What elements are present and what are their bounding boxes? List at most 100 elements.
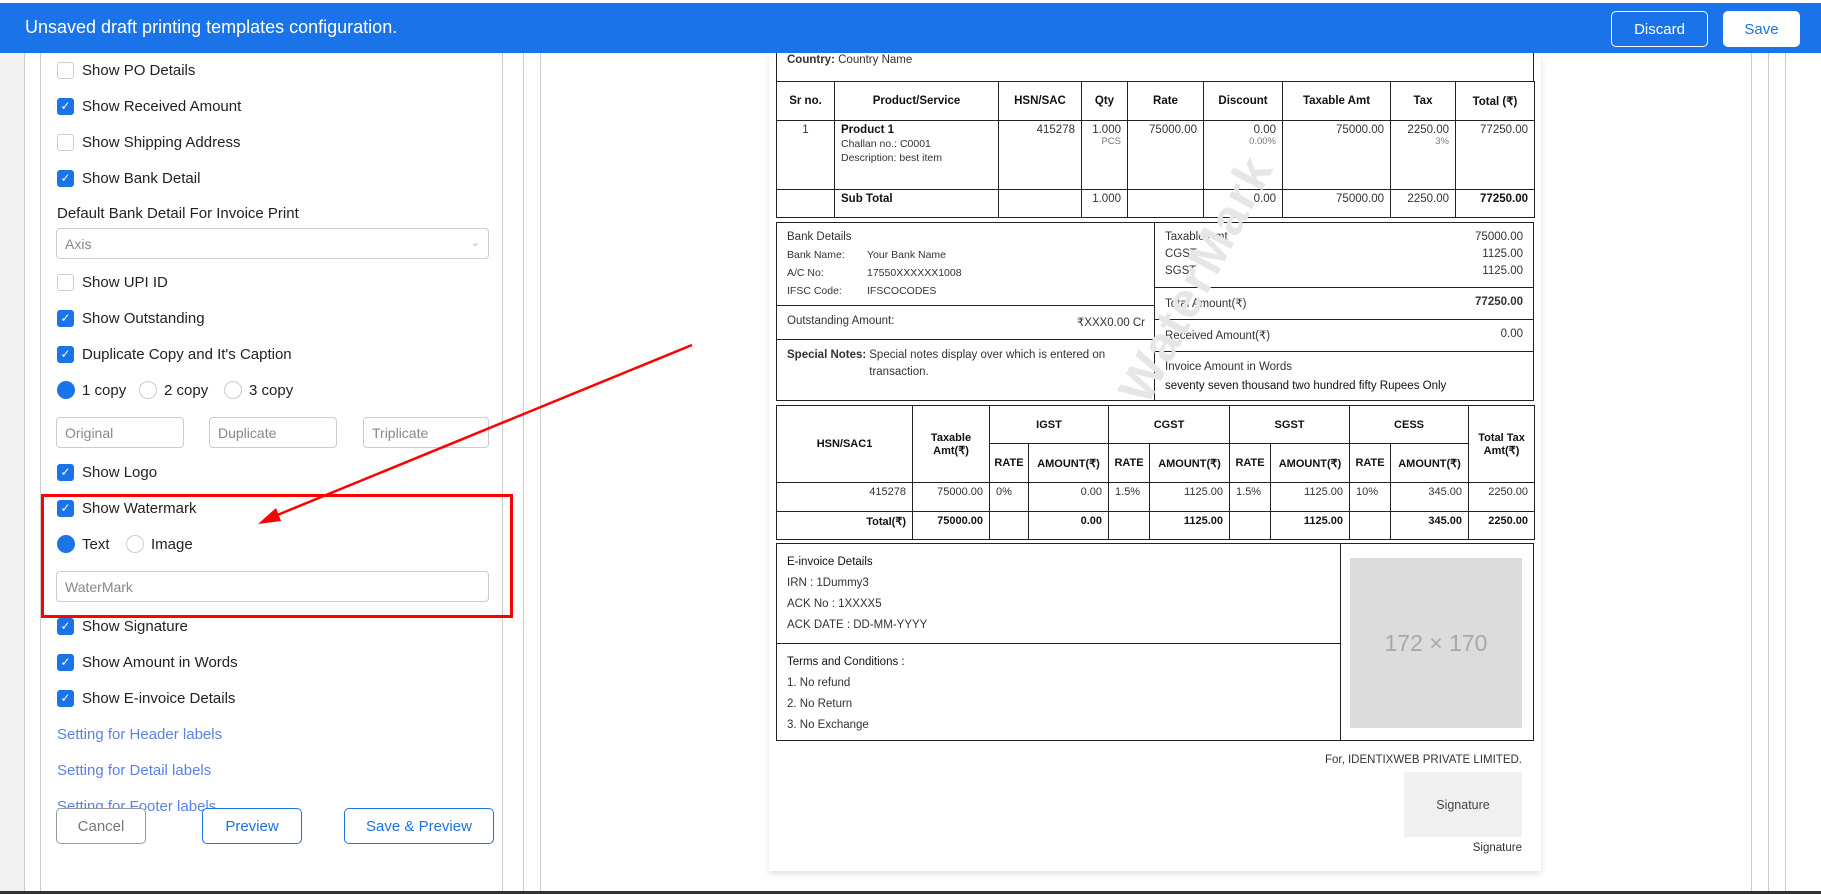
bar-title: Unsaved draft printing templates configu… — [25, 17, 398, 37]
header-cell: Sr no. — [776, 81, 835, 121]
einvoice-box: E-invoice Details IRN : 1Dummy3 ACK No :… — [776, 543, 1534, 741]
table-row: 1 Product 1 Challan no.: C0001 Description… — [776, 120, 1535, 190]
duplicate-caption-input[interactable]: Duplicate — [209, 417, 337, 448]
checkbox-icon: ✓ — [57, 617, 74, 635]
tax-cell: 1.5% — [1229, 482, 1272, 512]
checkbox-show-po-details[interactable]: Show PO Details — [57, 60, 195, 80]
einvoice-details: E-invoice Details IRN : 1Dummy3 ACK No :… — [777, 544, 1341, 644]
subtotal-taxable: 75000.00 — [1282, 189, 1391, 218]
checkbox-icon — [57, 133, 74, 151]
highlight-box — [41, 494, 513, 618]
preview-button[interactable]: Preview — [202, 808, 302, 844]
country-label: Country: — [787, 54, 835, 66]
radio-2-copy[interactable]: 2 copy — [139, 380, 208, 400]
checkbox-duplicate-copy[interactable]: ✓ Duplicate Copy and It's Caption — [57, 344, 292, 364]
checkbox-show-shipping-address[interactable]: Show Shipping Address — [57, 132, 240, 152]
outstanding-value: ₹XXX0.00 Cr — [1076, 317, 1145, 329]
save-button[interactable]: Save — [1723, 11, 1800, 47]
received-value: 0.00 — [1500, 328, 1523, 340]
subtotal-label: Sub Total — [834, 189, 999, 218]
tax-cell: 10% — [1349, 482, 1392, 512]
image-placeholder: 172 × 170 — [1350, 558, 1522, 728]
settings-panel: Show PO Details ✓ Show Received Amount Sh… — [40, 53, 503, 894]
radio-3-copy[interactable]: 3 copy — [224, 380, 293, 400]
term-item: 1. No refund — [787, 677, 851, 689]
tax-pct: 3% — [1435, 136, 1449, 147]
words-value: seventy seven thousand two hundred fifty… — [1165, 380, 1447, 392]
checkbox-label: Show Amount in Words — [82, 653, 238, 671]
header-cell: Qty — [1081, 81, 1128, 121]
checkbox-label: Show Signature — [82, 617, 188, 635]
tax-total-cell: 1125.00 — [1149, 511, 1231, 540]
outstanding-row: Outstanding Amount: ₹XXX0.00 Cr — [777, 306, 1155, 340]
checkbox-label: Show UPI ID — [82, 273, 168, 291]
country-value: Country Name — [838, 54, 913, 66]
sgst-value: 1125.00 — [1482, 265, 1523, 277]
rate-header: RATE — [989, 443, 1029, 483]
rate-header: RATE — [1229, 443, 1272, 483]
sr-cell: 1 — [776, 120, 835, 190]
checkbox-label: Show Logo — [82, 463, 158, 481]
tax-total-cell: 0.00 — [1027, 511, 1110, 540]
tax-header-total: Total Tax Amt(₹) — [1468, 405, 1536, 483]
original-caption-input[interactable]: Original — [56, 417, 184, 448]
triplicate-caption-input[interactable]: Triplicate — [363, 417, 489, 448]
tax-cell: 75000.00 — [912, 482, 990, 512]
checkbox-label: Show Shipping Address — [82, 133, 241, 151]
detail-labels-link[interactable]: Setting for Detail labels — [57, 762, 211, 779]
bank-select-label: Default Bank Detail For Invoice Print — [57, 205, 299, 222]
tax-cell: 0% — [989, 482, 1029, 512]
divider — [1751, 53, 1752, 894]
product-name: Product 1 — [841, 124, 895, 136]
checkbox-label: Show Received Amount — [82, 97, 242, 115]
items-table: Sr no. Product/Service HSN/SAC Qty Rate Disco… — [776, 81, 1535, 218]
radio-1-copy[interactable]: 1 copy — [57, 380, 126, 400]
ack-date: ACK DATE : DD-MM-YYYY — [787, 619, 928, 631]
ac-number: 17550XXXXXX1008 — [867, 267, 962, 279]
checkbox-show-bank-detail[interactable]: ✓ Show Bank Detail — [57, 168, 200, 188]
header-cell: Taxable Amt — [1282, 81, 1391, 121]
irn: IRN : 1Dummy3 — [787, 577, 869, 589]
tax-cell: 2250.00 — [1468, 482, 1536, 512]
divider — [1785, 53, 1786, 894]
checkbox-show-upi-id[interactable]: Show UPI ID — [57, 272, 168, 292]
checkbox-show-logo[interactable]: ✓ Show Logo — [57, 462, 157, 482]
cancel-button[interactable]: Cancel — [56, 808, 146, 844]
checkbox-label: Show Outstanding — [82, 309, 205, 327]
tax-total-cell: 2250.00 — [1468, 511, 1536, 540]
radio-label: 1 copy — [82, 381, 127, 399]
header-cell: Tax — [1390, 81, 1456, 121]
checkbox-show-received-amount[interactable]: ✓ Show Received Amount — [57, 96, 241, 116]
bank-name-label: Bank Name: — [787, 249, 845, 261]
tax-total-cell: 1125.00 — [1270, 511, 1351, 540]
total-amount-value: 77250.00 — [1475, 296, 1523, 308]
amount-in-words: Invoice Amount in Words seventy seven tho… — [1155, 352, 1533, 402]
left-gutter — [0, 53, 25, 894]
checkbox-icon: ✓ — [57, 309, 74, 327]
checkbox-show-outstanding[interactable]: ✓ Show Outstanding — [57, 308, 205, 328]
checkbox-show-einvoice-details[interactable]: ✓ Show E-invoice Details — [57, 688, 235, 708]
signature-caption: Signature — [1472, 842, 1522, 854]
checkbox-label: Show E-invoice Details — [82, 689, 236, 707]
ack-no: ACK No : 1XXXX5 — [787, 598, 882, 610]
qty-cell: 1.000 PCS — [1081, 120, 1128, 190]
header-cell: Product/Service — [834, 81, 999, 121]
checkbox-show-amount-in-words[interactable]: ✓ Show Amount in Words — [57, 652, 238, 672]
header-cell: Total (₹) — [1455, 81, 1535, 121]
discard-button[interactable]: Discard — [1611, 11, 1708, 47]
bank-select[interactable]: Axis ⌄ — [56, 228, 489, 259]
tax-total-row: Total(₹) 75000.00 0.00 1125.00 1125.00 345.00… — [776, 511, 1536, 540]
terms-title: Terms and Conditions : — [787, 656, 905, 668]
save-preview-button[interactable]: Save & Preview — [344, 808, 494, 844]
subtotal-row: Sub Total 1.000 0.00 75000.00 2250.00 77… — [776, 189, 1535, 218]
tax-header-sgst: SGST — [1229, 405, 1351, 444]
checkbox-label: Show Bank Detail — [82, 169, 201, 187]
checkbox-icon — [57, 273, 74, 291]
checkbox-show-signature[interactable]: ✓ Show Signature — [57, 616, 188, 636]
header-labels-link[interactable]: Setting for Header labels — [57, 726, 222, 743]
tax-cell: 1.5% — [1108, 482, 1151, 512]
rate-header: RATE — [1349, 443, 1392, 483]
header-cell: HSN/SAC — [998, 81, 1082, 121]
discount: 0.00 — [1253, 124, 1276, 136]
bank-title: Bank Details — [787, 231, 852, 243]
